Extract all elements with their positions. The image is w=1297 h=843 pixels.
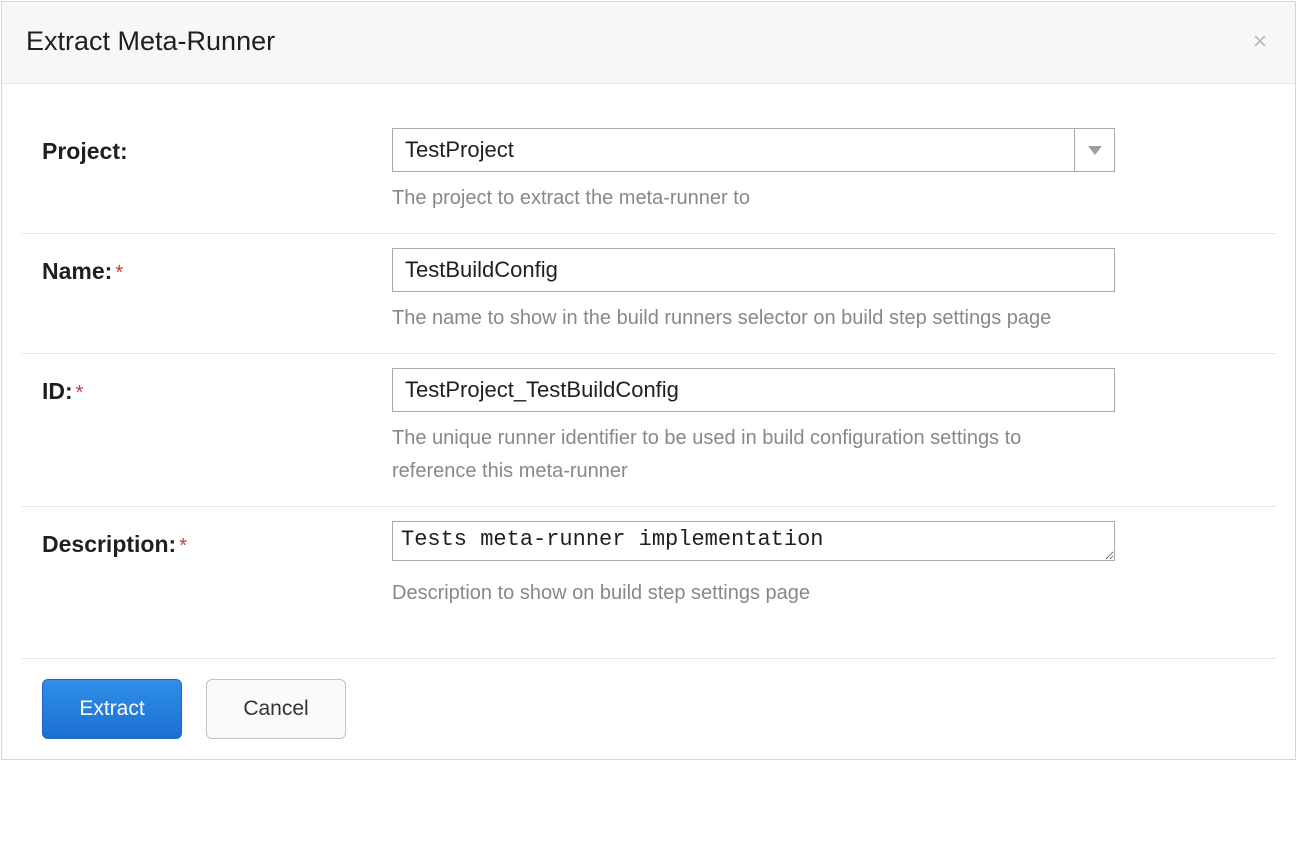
dialog-title: Extract Meta-Runner: [26, 26, 275, 57]
description-label-col: Description:*: [22, 521, 392, 558]
project-label: Project:: [42, 138, 128, 164]
name-label-col: Name:*: [22, 248, 392, 285]
description-textarea[interactable]: [392, 521, 1115, 561]
project-input[interactable]: [392, 128, 1075, 172]
id-required-mark: *: [76, 382, 84, 404]
close-icon[interactable]: ×: [1253, 30, 1267, 54]
name-field-col: The name to show in the build runners se…: [392, 248, 1275, 335]
dialog-footer: Extract Cancel: [22, 658, 1275, 759]
id-help: The unique runner identifier to be used …: [392, 422, 1072, 488]
id-input[interactable]: [392, 368, 1115, 412]
name-required-mark: *: [115, 262, 123, 284]
name-input[interactable]: [392, 248, 1115, 292]
id-label-col: ID:*: [22, 368, 392, 405]
name-help: The name to show in the build runners se…: [392, 302, 1072, 335]
id-field-col: The unique runner identifier to be used …: [392, 368, 1275, 488]
extract-button[interactable]: Extract: [42, 679, 182, 739]
name-row: Name:* The name to show in the build run…: [22, 234, 1275, 354]
description-label: Description:: [42, 531, 176, 557]
cancel-button[interactable]: Cancel: [206, 679, 346, 739]
extract-meta-runner-dialog: Extract Meta-Runner × Project: The proje…: [1, 1, 1296, 760]
project-label-col: Project:: [22, 128, 392, 165]
description-required-mark: *: [179, 535, 187, 557]
id-label: ID:: [42, 378, 73, 404]
description-row: Description:* Description to show on bui…: [22, 507, 1275, 628]
description-help: Description to show on build step settin…: [392, 577, 1072, 610]
description-field-col: Description to show on build step settin…: [392, 521, 1275, 610]
dialog-body: Project: The project to extract the meta…: [2, 84, 1295, 638]
project-select[interactable]: [392, 128, 1115, 172]
project-dropdown-button[interactable]: [1075, 128, 1115, 172]
dialog-header: Extract Meta-Runner ×: [2, 2, 1295, 84]
id-row: ID:* The unique runner identifier to be …: [22, 354, 1275, 507]
project-row: Project: The project to extract the meta…: [22, 114, 1275, 234]
project-help: The project to extract the meta-runner t…: [392, 182, 1072, 215]
project-field-col: The project to extract the meta-runner t…: [392, 128, 1275, 215]
chevron-down-icon: [1088, 139, 1102, 162]
name-label: Name:: [42, 258, 112, 284]
